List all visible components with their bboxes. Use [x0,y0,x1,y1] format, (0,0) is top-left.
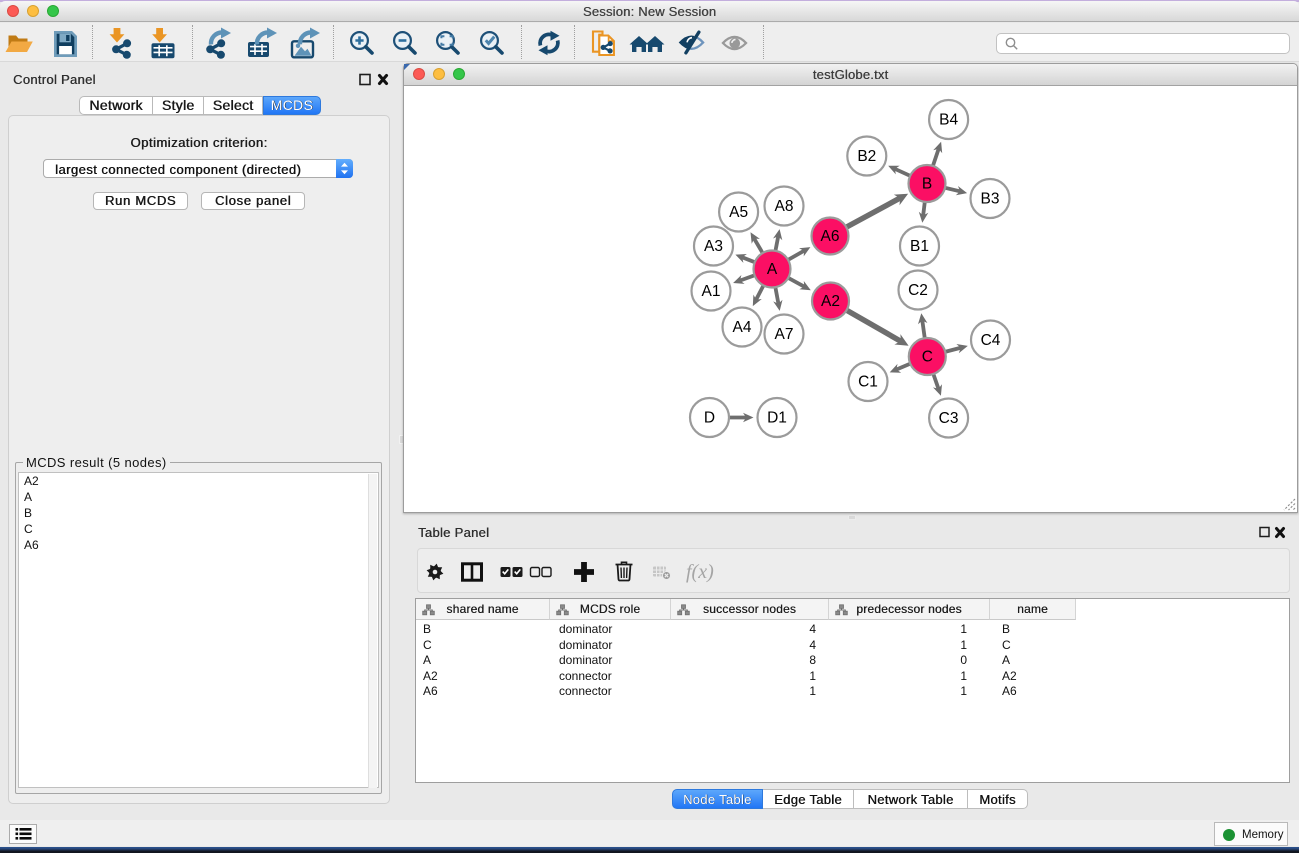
svg-text:D: D [704,410,715,427]
svg-text:B3: B3 [981,191,1000,208]
svg-text:A6: A6 [821,228,840,245]
svg-text:A8: A8 [775,198,794,215]
svg-text:B: B [922,176,932,193]
svg-text:A: A [767,261,778,278]
svg-text:f(x): f(x) [686,561,714,583]
svg-text:A4: A4 [733,319,752,336]
svg-text:A3: A3 [704,238,723,255]
svg-text:C4: C4 [981,332,1001,349]
svg-text:A1: A1 [702,283,721,300]
svg-text:A7: A7 [775,326,794,343]
svg-text:B4: B4 [939,112,958,129]
svg-text:A2: A2 [821,293,840,310]
svg-text:C3: C3 [939,410,959,427]
svg-text:C: C [922,349,933,366]
svg-text:A5: A5 [729,204,748,221]
svg-text:B2: B2 [857,148,876,165]
svg-text:D1: D1 [767,410,787,427]
svg-text:B1: B1 [910,238,929,255]
svg-text:C2: C2 [908,282,928,299]
svg-text:C1: C1 [858,374,878,391]
